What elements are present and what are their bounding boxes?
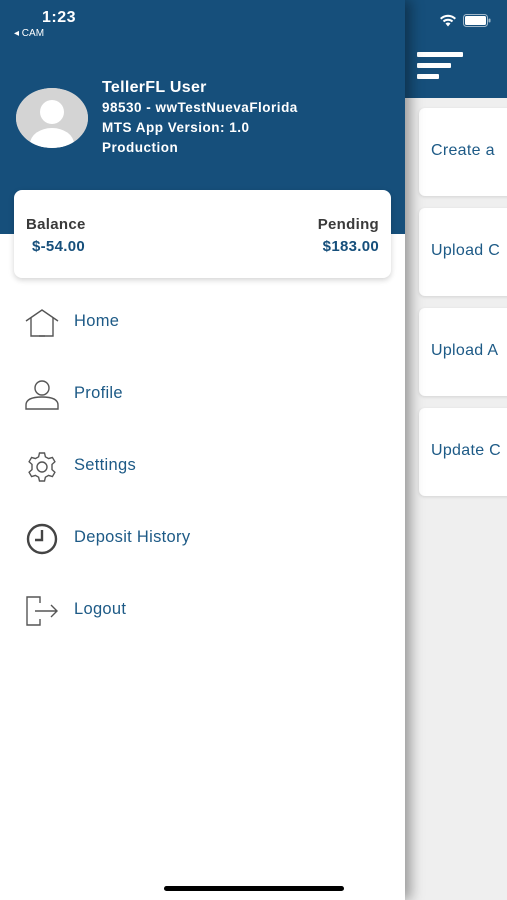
action-card-label: Update C bbox=[431, 442, 501, 459]
menu-item-home[interactable]: Home bbox=[0, 287, 405, 347]
menu-item-profile[interactable]: Profile bbox=[0, 359, 405, 419]
wifi-icon bbox=[439, 14, 457, 27]
menu-item-label: Logout bbox=[74, 600, 127, 618]
menu-item-logout[interactable]: Logout bbox=[0, 575, 405, 635]
action-card-label: Upload A bbox=[431, 342, 499, 359]
status-time: 1:23 bbox=[42, 9, 77, 26]
balance-label: Balance bbox=[26, 216, 86, 233]
avatar[interactable] bbox=[16, 88, 88, 148]
menu-item-deposit-history[interactable]: Deposit History bbox=[0, 503, 405, 563]
status-bar-left: 1:23 ◂ CAM bbox=[14, 9, 77, 39]
environment-label: Production bbox=[102, 140, 179, 155]
logout-icon bbox=[24, 595, 60, 627]
action-card-upload-a[interactable]: Upload A bbox=[419, 308, 507, 396]
home-icon bbox=[24, 307, 60, 339]
home-indicator[interactable] bbox=[164, 886, 344, 891]
balance-card: Balance $-54.00 Pending $183.00 bbox=[14, 190, 391, 278]
user-name: TellerFL User bbox=[102, 79, 207, 96]
action-card-label: Upload C bbox=[431, 242, 501, 259]
main-top-bar bbox=[405, 0, 507, 98]
clock-icon bbox=[24, 523, 60, 555]
pending-value: $183.00 bbox=[322, 238, 379, 255]
action-card-upload-c[interactable]: Upload C bbox=[419, 208, 507, 296]
user-info: TellerFL User 98530 - wwTestNuevaFlorida… bbox=[102, 78, 298, 158]
pending-label: Pending bbox=[317, 216, 379, 233]
status-indicators bbox=[439, 14, 491, 27]
menu-item-label: Settings bbox=[74, 456, 137, 474]
gear-icon bbox=[24, 451, 60, 483]
action-card-label: Create a bbox=[431, 142, 495, 159]
battery-icon bbox=[463, 14, 491, 27]
menu-item-label: Home bbox=[74, 312, 120, 330]
hamburger-menu-icon[interactable] bbox=[417, 48, 463, 82]
menu-item-label: Deposit History bbox=[74, 528, 191, 546]
menu-item-label: Profile bbox=[74, 384, 123, 402]
back-to-app-link[interactable]: ◂ CAM bbox=[14, 28, 44, 39]
side-drawer: 1:23 ◂ CAM TellerFL User 98530 - wwTestN… bbox=[0, 0, 405, 900]
main-screen: Create a Upload C Upload A Update C bbox=[405, 0, 507, 900]
user-icon bbox=[24, 379, 60, 411]
action-card-update[interactable]: Update C bbox=[419, 408, 507, 496]
menu-item-settings[interactable]: Settings bbox=[0, 431, 405, 491]
action-card-create[interactable]: Create a bbox=[419, 108, 507, 196]
balance-value: $-54.00 bbox=[32, 238, 85, 255]
user-account: 98530 - wwTestNuevaFlorida bbox=[102, 100, 298, 115]
app-version: MTS App Version: 1.0 bbox=[102, 120, 250, 135]
